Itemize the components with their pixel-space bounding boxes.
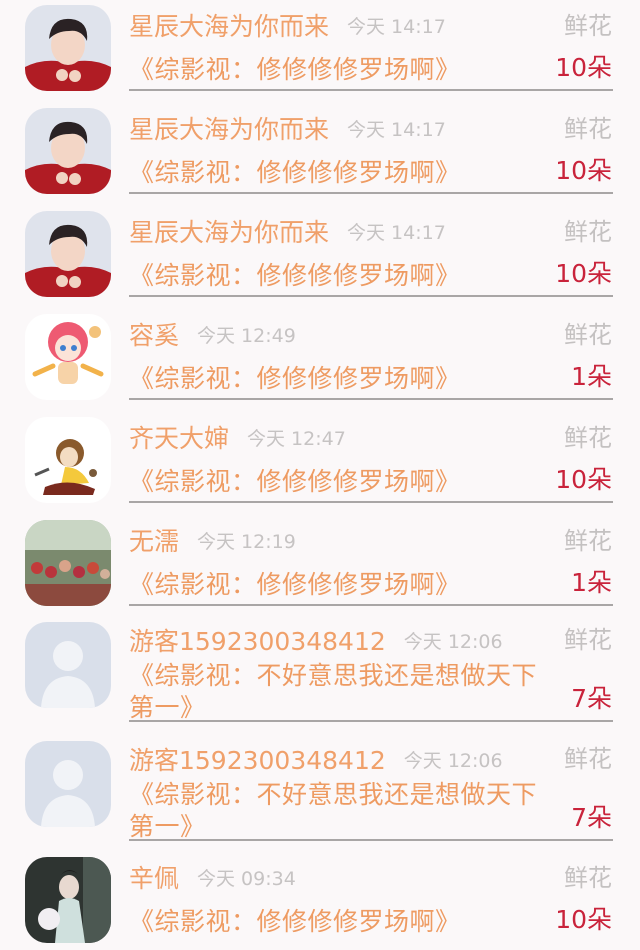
divider bbox=[129, 89, 613, 91]
book-title[interactable]: 《综影视：修修修修罗场啊》 bbox=[129, 467, 554, 497]
user-name: 游客1592300348412 今天 12:06 bbox=[129, 746, 503, 776]
timestamp: 今天 12:06 bbox=[403, 750, 503, 772]
flower-count: 10朵 bbox=[555, 465, 612, 494]
list-item[interactable]: 齐天大婶 今天 12:47 鲜花 《综影视：修修修修罗场啊》 10朵 bbox=[0, 412, 640, 516]
flower-count: 10朵 bbox=[555, 259, 612, 288]
gift-type-label: 鲜花 bbox=[564, 626, 612, 654]
user-name: 辛佩 今天 09:34 bbox=[129, 864, 296, 894]
flower-count: 10朵 bbox=[555, 905, 612, 934]
default-user-avatar[interactable] bbox=[25, 622, 111, 708]
list-item[interactable]: 星辰大海为你而来 今天 14:17 鲜花 《综影视：修修修修罗场啊》 10朵 bbox=[0, 0, 640, 104]
divider bbox=[129, 501, 613, 503]
divider bbox=[129, 604, 613, 606]
book-title[interactable]: 《综影视：修修修修罗场啊》 bbox=[129, 570, 554, 600]
gift-type-label: 鲜花 bbox=[564, 527, 612, 555]
user-name: 游客1592300348412 今天 12:06 bbox=[129, 627, 503, 657]
list-item[interactable]: 无濡 今天 12:19 鲜花 《综影视：修修修修罗场啊》 1朵 bbox=[0, 515, 640, 619]
divider bbox=[129, 398, 613, 400]
timestamp: 今天 12:19 bbox=[197, 531, 296, 553]
divider bbox=[129, 720, 613, 722]
timestamp: 今天 09:34 bbox=[197, 868, 296, 890]
group-photo-avatar[interactable] bbox=[25, 520, 111, 606]
illustration-avatar[interactable] bbox=[25, 417, 111, 503]
timestamp: 今天 14:17 bbox=[347, 16, 446, 38]
gift-type-label: 鲜花 bbox=[564, 745, 612, 773]
flower-count: 1朵 bbox=[571, 568, 612, 597]
divider bbox=[129, 295, 613, 297]
user-name-text: 齐天大婶 bbox=[129, 424, 230, 453]
user-name: 星辰大海为你而来 今天 14:17 bbox=[129, 218, 446, 248]
gift-type-label: 鲜花 bbox=[564, 12, 612, 40]
user-name-text: 辛佩 bbox=[129, 864, 180, 893]
young-man-avatar[interactable] bbox=[25, 5, 111, 91]
book-title[interactable]: 《综影视：修修修修罗场啊》 bbox=[129, 907, 554, 937]
gift-type-label: 鲜花 bbox=[564, 864, 612, 892]
list-item[interactable]: 游客1592300348412 今天 12:06 鲜花 《综影视：不好意思我还是想… bbox=[0, 618, 640, 738]
list-item[interactable]: 星辰大海为你而来 今天 14:17 鲜花 《综影视：修修修修罗场啊》 10朵 bbox=[0, 103, 640, 207]
book-title[interactable]: 《综影视：修修修修罗场啊》 bbox=[129, 364, 554, 394]
book-title[interactable]: 《综影视：不好意思我还是想做天下第一》 bbox=[129, 779, 554, 843]
gift-type-label: 鲜花 bbox=[564, 321, 612, 349]
timestamp: 今天 14:17 bbox=[347, 222, 446, 244]
list-item[interactable]: 辛佩 今天 09:34 鲜花 《综影视：修修修修罗场啊》 10朵 bbox=[0, 852, 640, 950]
user-name-text: 无濡 bbox=[129, 527, 180, 556]
user-name-text: 星辰大海为你而来 bbox=[129, 218, 330, 247]
default-user-avatar[interactable] bbox=[25, 741, 111, 827]
timestamp: 今天 12:06 bbox=[403, 631, 503, 653]
young-man-avatar[interactable] bbox=[25, 108, 111, 194]
user-name: 齐天大婶 今天 12:47 bbox=[129, 424, 346, 454]
user-name-text: 游客1592300348412 bbox=[129, 627, 386, 656]
flower-count: 1朵 bbox=[571, 362, 612, 391]
list-item[interactable]: 星辰大海为你而来 今天 14:17 鲜花 《综影视：修修修修罗场啊》 10朵 bbox=[0, 206, 640, 310]
gift-type-label: 鲜花 bbox=[564, 218, 612, 246]
gift-type-label: 鲜花 bbox=[564, 115, 612, 143]
user-name: 星辰大海为你而来 今天 14:17 bbox=[129, 115, 446, 145]
book-title[interactable]: 《综影视：修修修修罗场啊》 bbox=[129, 261, 554, 291]
flower-count: 10朵 bbox=[555, 53, 612, 82]
user-name-text: 星辰大海为你而来 bbox=[129, 115, 330, 144]
divider bbox=[129, 192, 613, 194]
book-title[interactable]: 《综影视：修修修修罗场啊》 bbox=[129, 158, 554, 188]
list-item[interactable]: 容奚 今天 12:49 鲜花 《综影视：修修修修罗场啊》 1朵 bbox=[0, 309, 640, 413]
user-name: 容奚 今天 12:49 bbox=[129, 321, 296, 351]
flower-count: 7朵 bbox=[571, 803, 612, 832]
user-name: 无濡 今天 12:19 bbox=[129, 527, 296, 557]
timestamp: 今天 12:47 bbox=[247, 428, 346, 450]
timestamp: 今天 14:17 bbox=[347, 119, 446, 141]
list-item[interactable]: 游客1592300348412 今天 12:06 鲜花 《综影视：不好意思我还是想… bbox=[0, 737, 640, 857]
flower-count: 7朵 bbox=[571, 684, 612, 713]
costume-photo-avatar[interactable] bbox=[25, 857, 111, 943]
anime-girl-avatar[interactable] bbox=[25, 314, 111, 400]
divider bbox=[129, 839, 613, 841]
flower-count: 10朵 bbox=[555, 156, 612, 185]
user-name-text: 容奚 bbox=[129, 321, 180, 350]
timestamp: 今天 12:49 bbox=[197, 325, 296, 347]
gift-type-label: 鲜花 bbox=[564, 424, 612, 452]
user-name-text: 游客1592300348412 bbox=[129, 746, 386, 775]
book-title[interactable]: 《综影视：不好意思我还是想做天下第一》 bbox=[129, 660, 554, 724]
young-man-avatar[interactable] bbox=[25, 211, 111, 297]
user-name-text: 星辰大海为你而来 bbox=[129, 12, 330, 41]
book-title[interactable]: 《综影视：修修修修罗场啊》 bbox=[129, 55, 554, 85]
user-name: 星辰大海为你而来 今天 14:17 bbox=[129, 12, 446, 42]
